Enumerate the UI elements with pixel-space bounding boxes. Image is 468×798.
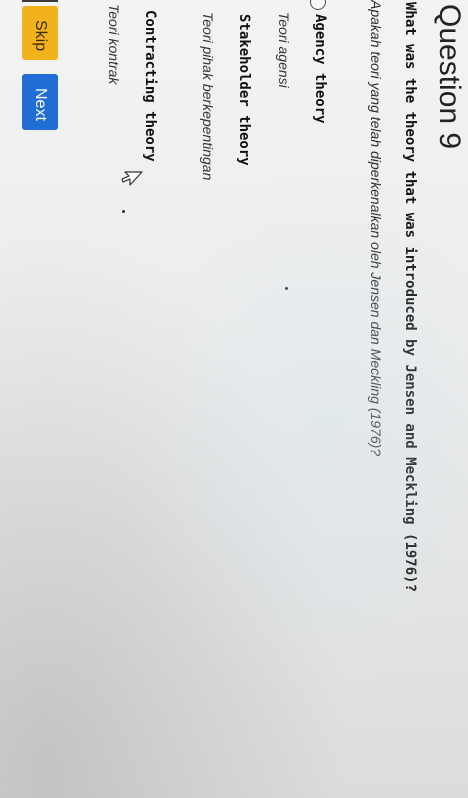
option-translation-2: Teori pihak berkepentingan <box>200 12 216 181</box>
option-translation-1: Teori agensi <box>276 12 292 88</box>
screen-speck <box>285 287 288 290</box>
question-title: Question 9 <box>433 4 466 150</box>
option-label-3: Contracting theory <box>142 10 158 162</box>
option-label-1: Agency theory <box>312 14 328 124</box>
mouse-pointer-icon <box>121 171 143 186</box>
question-text-english: What was the theory that was introduced … <box>402 2 418 593</box>
screen-speck <box>122 210 125 213</box>
quiz-content-rotated: Question 9 What was the theory that was … <box>0 0 468 798</box>
option-translation-3: Teori kontrak <box>106 4 122 85</box>
option-radio-1[interactable] <box>310 0 326 10</box>
skip-button[interactable]: Skip <box>22 6 58 60</box>
left-edge-control <box>22 0 58 2</box>
question-text-malay: Apakah teori yang telah diperkenalkan ol… <box>368 0 384 457</box>
photographed-screen: Question 9 What was the theory that was … <box>0 0 468 798</box>
option-label-2: Stakeholder theory <box>236 14 252 166</box>
next-button[interactable]: Next <box>22 74 58 130</box>
